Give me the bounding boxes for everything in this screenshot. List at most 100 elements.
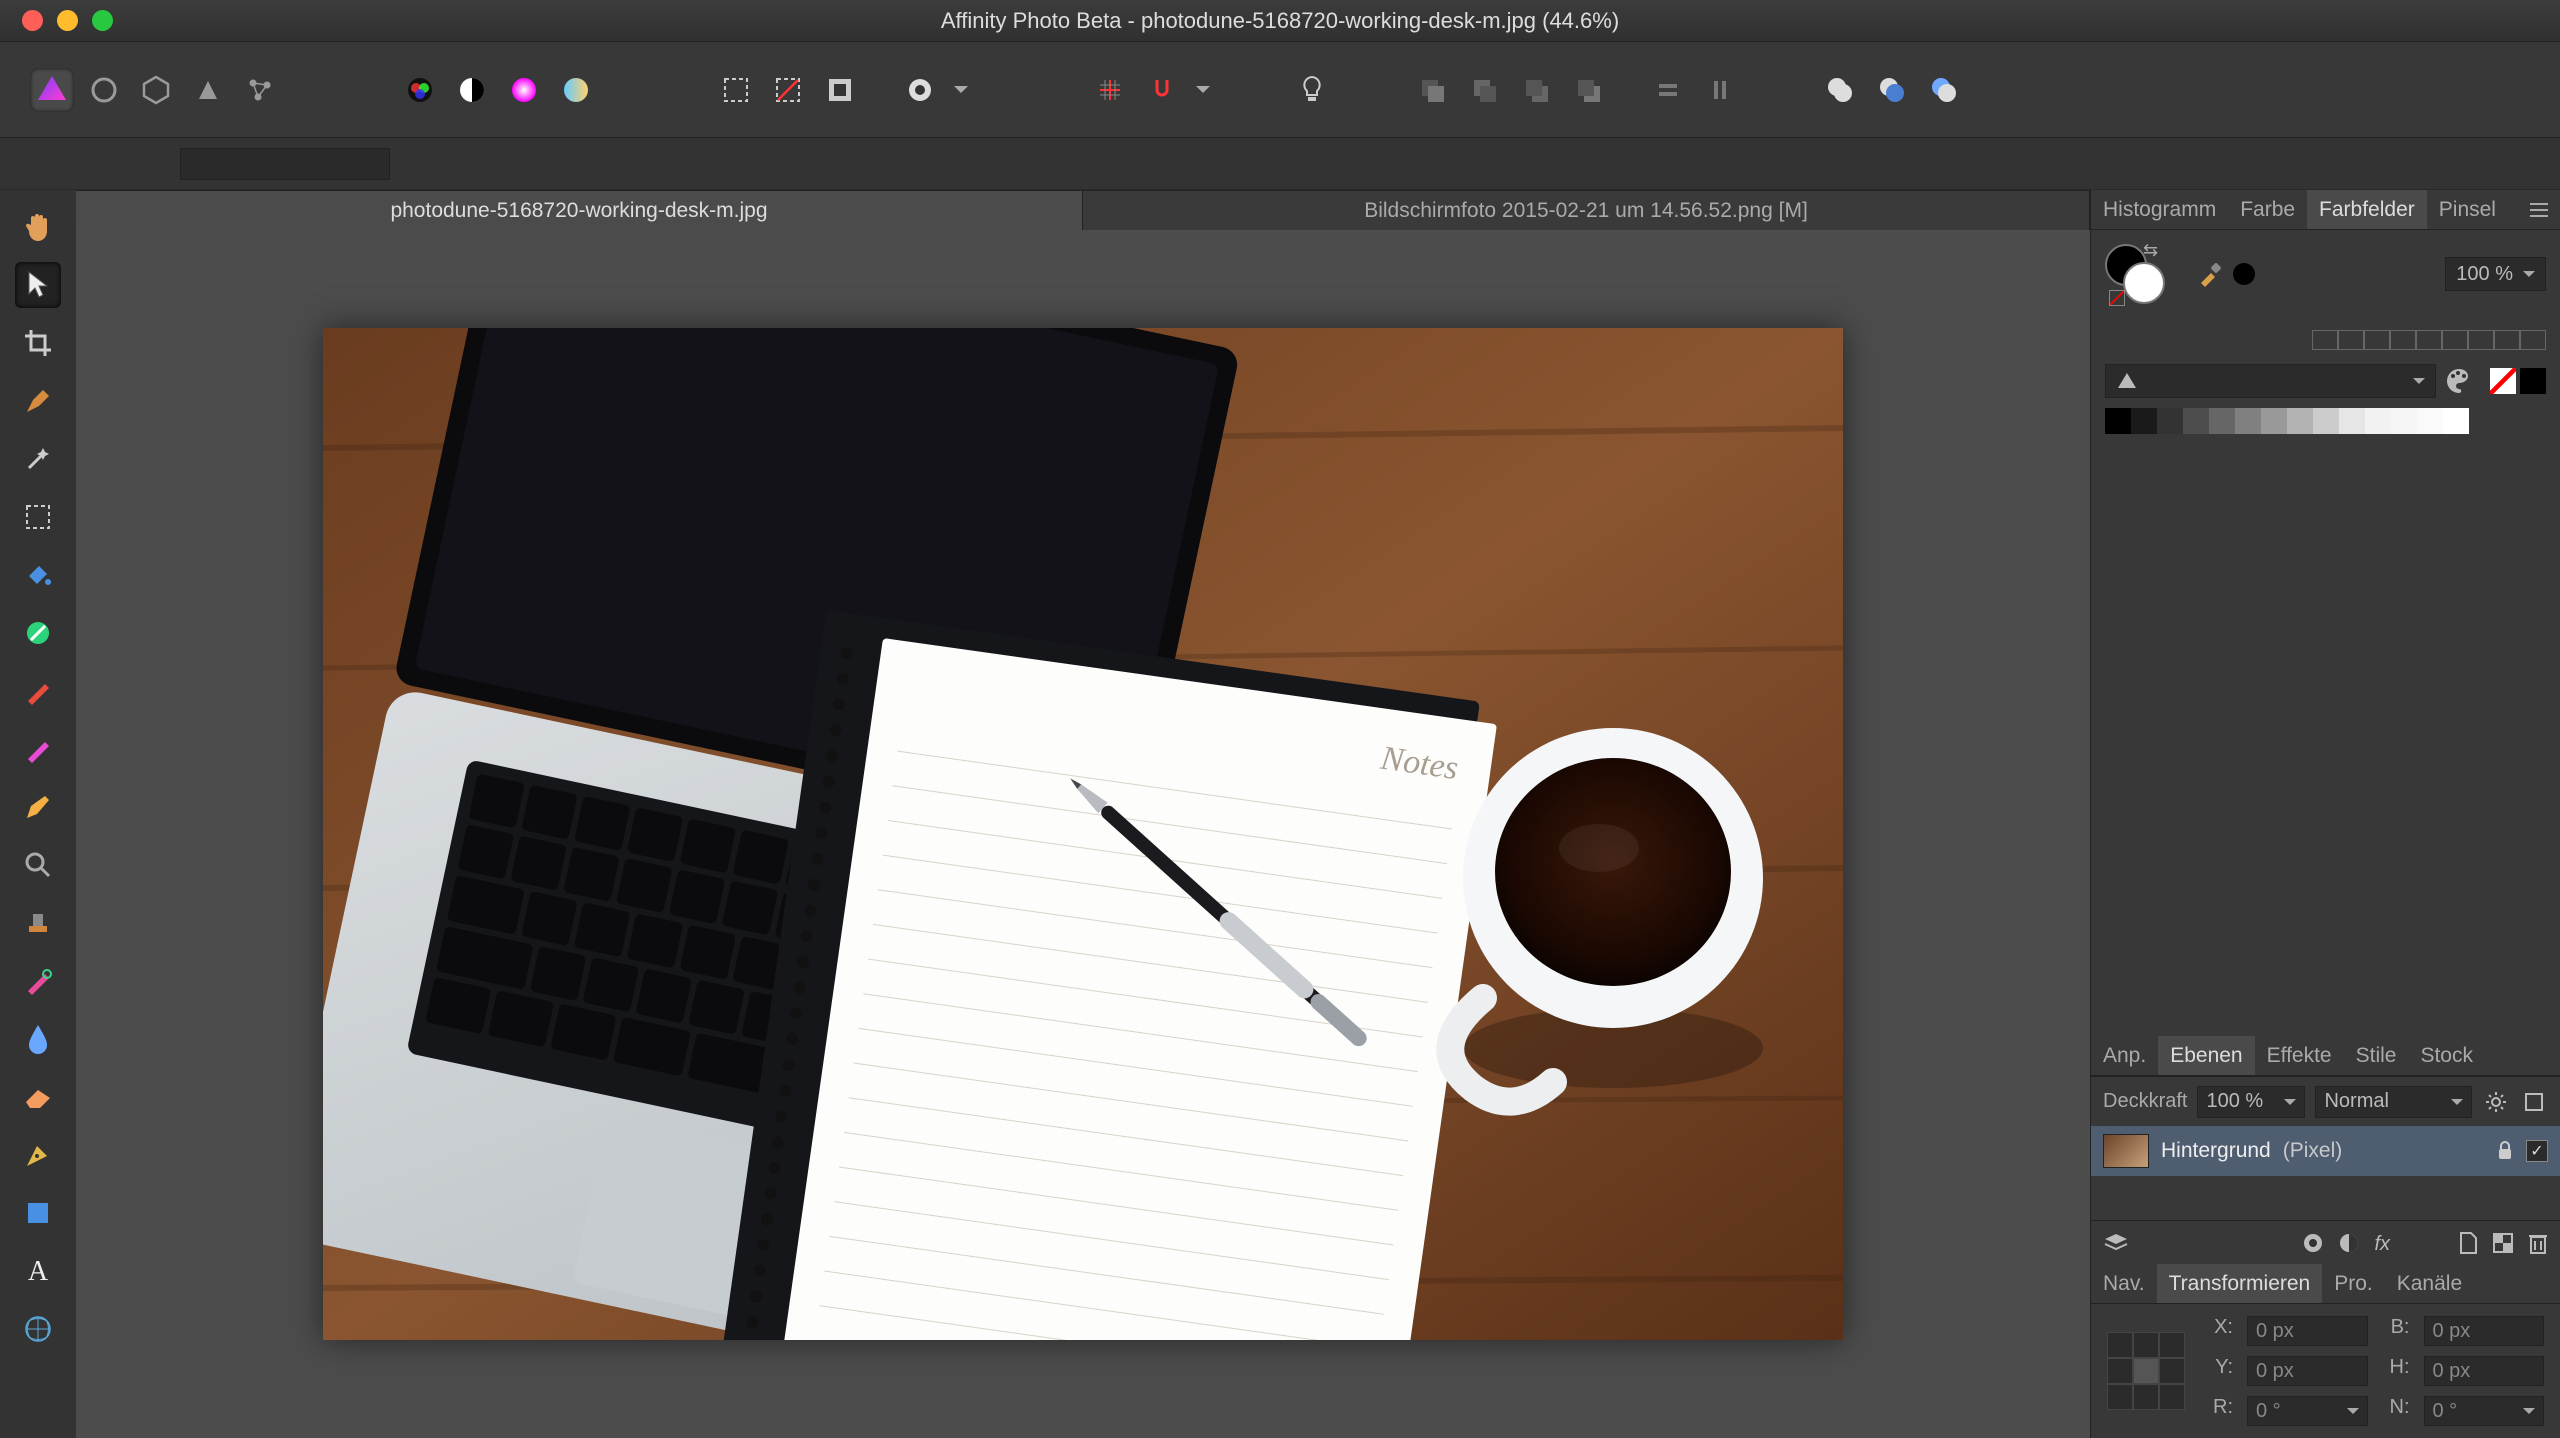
field-b[interactable]: 0 px — [2424, 1316, 2545, 1346]
liquify-persona-button[interactable] — [82, 68, 126, 112]
tone-mapping-persona-button[interactable] — [186, 68, 230, 112]
swatch-cell[interactable] — [2157, 408, 2183, 434]
pen-tool-icon[interactable] — [15, 1132, 61, 1178]
palette-icon[interactable] — [2444, 366, 2474, 396]
subtract-shapes-icon[interactable] — [1870, 68, 1914, 112]
field-x[interactable]: 0 px — [2247, 1316, 2368, 1346]
text-tool-icon[interactable]: A — [15, 1248, 61, 1294]
swatch-cell[interactable] — [2105, 408, 2131, 434]
bw-adjust-icon[interactable] — [450, 68, 494, 112]
eyedropper-icon[interactable] — [2197, 261, 2223, 287]
mask-icon[interactable] — [2302, 1232, 2324, 1254]
layer-visible-checkbox[interactable]: ✓ — [2526, 1140, 2548, 1162]
palette-dropdown[interactable] — [2105, 364, 2436, 398]
swatch-none[interactable] — [2490, 368, 2516, 394]
quick-mask-dropdown[interactable] — [950, 68, 972, 112]
paint-brush-tool-icon[interactable] — [15, 668, 61, 714]
canvas-viewport[interactable]: Notes — [76, 230, 2090, 1438]
recent-swatch[interactable] — [2312, 330, 2338, 350]
tab-effects[interactable]: Effekte — [2255, 1036, 2344, 1075]
assistant-lightbulb-icon[interactable] — [1290, 68, 1334, 112]
blur-tool-icon[interactable] — [15, 1016, 61, 1062]
flood-fill-tool-icon[interactable] — [15, 552, 61, 598]
recent-swatch[interactable] — [2338, 330, 2364, 350]
marquee-dashed-icon[interactable] — [714, 68, 758, 112]
anchor-selector[interactable] — [2107, 1332, 2185, 1410]
tab-styles[interactable]: Stile — [2344, 1036, 2409, 1075]
swatch-cell[interactable] — [2443, 408, 2469, 434]
zoom-tool-icon[interactable] — [15, 842, 61, 888]
move-back-icon[interactable] — [1410, 68, 1454, 112]
recent-swatch[interactable] — [2416, 330, 2442, 350]
field-r[interactable]: 0 ° — [2247, 1396, 2368, 1426]
tab-swatches[interactable]: Farbfelder — [2307, 190, 2427, 229]
export-persona-button[interactable] — [238, 68, 282, 112]
pixel-tool-icon[interactable] — [15, 784, 61, 830]
hand-tool-icon[interactable] — [15, 204, 61, 250]
new-pixel-layer-icon[interactable] — [2492, 1232, 2514, 1254]
tab-pro[interactable]: Pro. — [2322, 1264, 2385, 1303]
smart-selection-tool-icon[interactable] — [15, 436, 61, 482]
tab-navigator[interactable]: Nav. — [2091, 1264, 2157, 1303]
recent-swatch[interactable] — [2494, 330, 2520, 350]
paint-mixer-brush-tool-icon[interactable] — [15, 726, 61, 772]
quick-mask-button[interactable] — [898, 68, 942, 112]
no-color-icon[interactable] — [2109, 290, 2125, 306]
marquee-invert-icon[interactable] — [818, 68, 862, 112]
grid-toggle-icon[interactable] — [1088, 68, 1132, 112]
marquee-tool-icon[interactable] — [15, 494, 61, 540]
tab-transform[interactable]: Transformieren — [2157, 1264, 2323, 1303]
swatch-opacity-dropdown[interactable]: 100 % — [2445, 257, 2546, 291]
move-front-icon[interactable] — [1566, 68, 1610, 112]
snap-dropdown[interactable] — [1192, 68, 1214, 112]
mesh-warp-tool-icon[interactable] — [15, 1306, 61, 1352]
recent-swatch[interactable] — [2442, 330, 2468, 350]
layer-lock-icon[interactable] — [2496, 1141, 2514, 1161]
tab-channels[interactable]: Kanäle — [2385, 1264, 2474, 1303]
swatch-cell[interactable] — [2261, 408, 2287, 434]
adjustment-icon[interactable] — [2338, 1232, 2360, 1254]
align-2-icon[interactable] — [1698, 68, 1742, 112]
field-h[interactable]: 0 px — [2424, 1356, 2545, 1386]
swatch-cell[interactable] — [2183, 408, 2209, 434]
swatch-cell[interactable] — [2287, 408, 2313, 434]
swatch-cell[interactable] — [2365, 408, 2391, 434]
marquee-cancel-icon[interactable] — [766, 68, 810, 112]
tab-histogram[interactable]: Histogramm — [2091, 190, 2228, 229]
fg-bg-color[interactable]: ⇆ — [2105, 244, 2175, 304]
swatch-cell[interactable] — [2417, 408, 2443, 434]
field-n[interactable]: 0 ° — [2424, 1396, 2545, 1426]
recent-swatch[interactable] — [2520, 330, 2546, 350]
recent-swatch[interactable] — [2468, 330, 2494, 350]
foreground-color-chip[interactable] — [2123, 262, 2165, 304]
wb-adjust-icon[interactable] — [554, 68, 598, 112]
layer-settings-icon[interactable] — [2482, 1088, 2510, 1116]
panel-menu-icon[interactable] — [2528, 201, 2560, 219]
swatch-cell[interactable] — [2235, 408, 2261, 434]
swatch-cell[interactable] — [2209, 408, 2235, 434]
selection-brush-tool-icon[interactable] — [15, 378, 61, 424]
swap-colors-icon[interactable]: ⇆ — [2143, 240, 2158, 261]
healing-brush-tool-icon[interactable] — [15, 958, 61, 1004]
tab-adjustments[interactable]: Anp. — [2091, 1036, 2158, 1075]
crop-tool-icon[interactable] — [15, 320, 61, 366]
move-tool-icon[interactable] — [15, 262, 61, 308]
rectangle-shape-tool-icon[interactable] — [15, 1190, 61, 1236]
layer-stack-icon[interactable] — [2103, 1232, 2129, 1254]
swatch-cell[interactable] — [2391, 408, 2417, 434]
tab-brushes[interactable]: Pinsel — [2427, 190, 2508, 229]
snap-toggle-icon[interactable] — [1140, 68, 1184, 112]
move-backward-icon[interactable] — [1462, 68, 1506, 112]
clone-stamp-tool-icon[interactable] — [15, 900, 61, 946]
new-layer-icon[interactable] — [2458, 1231, 2478, 1255]
erase-tool-icon[interactable] — [15, 1074, 61, 1120]
delete-layer-icon[interactable] — [2528, 1231, 2548, 1255]
sampled-color-chip[interactable] — [2233, 263, 2255, 285]
layer-row[interactable]: Hintergrund (Pixel) ✓ — [2091, 1126, 2560, 1176]
develop-persona-button[interactable] — [134, 68, 178, 112]
field-y[interactable]: 0 px — [2247, 1356, 2368, 1386]
color-adjust-icon[interactable] — [502, 68, 546, 112]
document-tab-1[interactable]: photodune-5168720-working-desk-m.jpg — [76, 190, 1083, 230]
swatch-black[interactable] — [2520, 368, 2546, 394]
tab-stock[interactable]: Stock — [2408, 1036, 2485, 1075]
